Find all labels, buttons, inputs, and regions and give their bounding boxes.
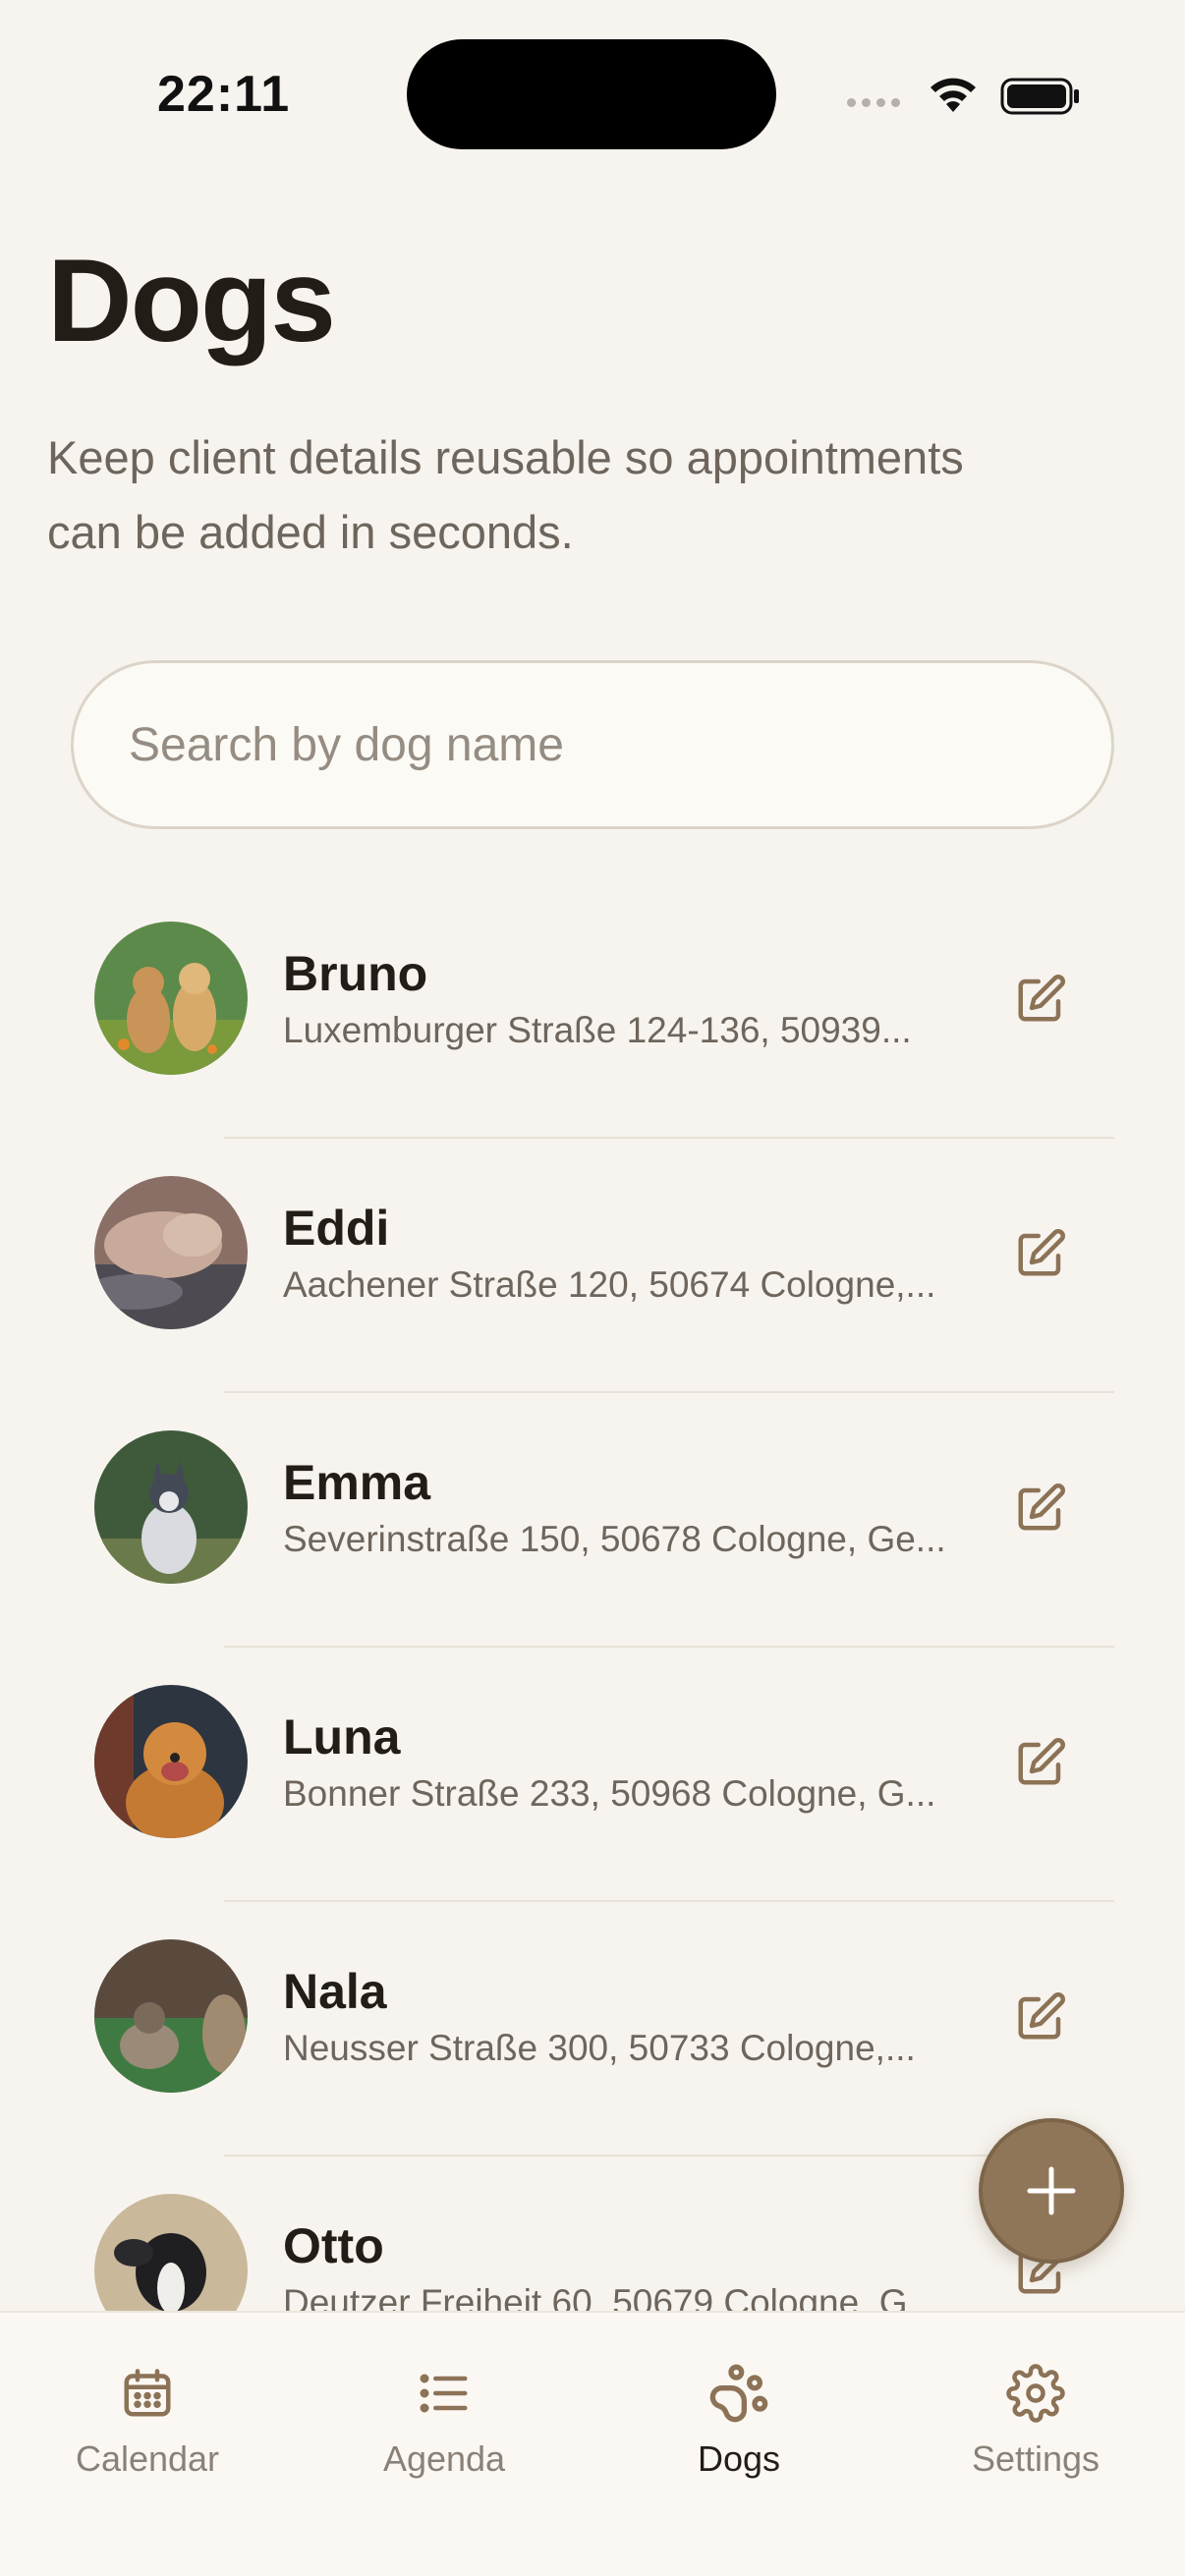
dog-row-luna[interactable]: Luna Bonner Straße 233, 50968 Cologne, G… [0,1648,1185,1902]
edit-icon [1018,1229,1065,1276]
dog-row-emma[interactable]: Emma Severinstraße 150, 50678 Cologne, G… [0,1393,1185,1648]
dog-avatar-emma [94,1430,248,1584]
dog-address: Luxemburger Straße 124-136, 50939... [283,1010,912,1050]
edit-icon [1018,1992,1065,2040]
tab-settings[interactable]: Settings [928,2362,1144,2499]
wifi-icon [931,78,976,112]
page-title: Dogs [47,235,336,366]
dog-row-bruno[interactable]: Bruno Luxemburger Straße 124-136, 50939.… [0,884,1185,1139]
dog-name: Emma [283,1455,431,1510]
edit-icon [1018,1484,1065,1531]
dog-list[interactable]: Bruno Luxemburger Straße 124-136, 50939.… [0,884,1185,2311]
battery-icon [1000,78,1079,115]
dog-row-nala[interactable]: Nala Neusser Straße 300, 50733 Cologne,.… [0,1902,1185,2156]
dynamic-island [407,39,776,149]
dog-address: Severinstraße 150, 50678 Cologne, Ge... [283,1519,946,1559]
tab-label: Agenda [382,2438,506,2479]
tab-label: Calendar [75,2438,220,2479]
edit-icon [1018,1738,1065,1785]
edit-dog-button[interactable] [1008,1985,1073,2049]
dog-avatar-otto [94,2194,248,2311]
dog-avatar-luna [94,1685,248,1838]
dog-name: Bruno [283,946,428,1001]
cellular-signal-icon [847,98,900,107]
plus-icon [1027,2166,1076,2215]
status-time: 22:11 [157,66,291,123]
tab-agenda[interactable]: Agenda [336,2362,552,2499]
edit-dog-button[interactable] [1008,1221,1073,1286]
dog-avatar-bruno [94,922,248,1075]
tab-calendar[interactable]: Calendar [39,2362,255,2499]
add-dog-button[interactable] [979,2118,1124,2264]
search-input[interactable] [74,663,1111,826]
dog-name: Eddi [283,1201,390,1256]
edit-icon [1018,975,1065,1022]
dog-address: Neusser Straße 300, 50733 Cologne,... [283,2028,916,2068]
tab-dogs[interactable]: Dogs [631,2362,847,2499]
dogs-screen: 22:11 Dogs Keep client details reusable … [0,0,1185,2576]
calendar-icon [116,2362,179,2425]
dog-row-eddi[interactable]: Eddi Aachener Straße 120, 50674 Cologne,… [0,1139,1185,1393]
dog-name: Luna [283,1709,401,1764]
tab-label: Settings [971,2438,1100,2479]
dog-address: Deutzer Freiheit 60, 50679 Cologne, G... [283,2282,938,2311]
tab-label: Dogs [697,2438,781,2479]
dog-name: Nala [283,1964,387,2019]
dog-name: Otto [283,2218,384,2273]
gear-icon [1004,2362,1067,2425]
edit-dog-button[interactable] [1008,967,1073,1032]
list-icon [413,2362,476,2425]
paw-icon [707,2362,770,2425]
dog-avatar-eddi [94,1176,248,1329]
tab-bar: Calendar Agenda Dogs Settings [0,2311,1185,2576]
edit-dog-button[interactable] [1008,1730,1073,1795]
dog-avatar-nala [94,1939,248,2093]
dog-address: Aachener Straße 120, 50674 Cologne,... [283,1264,936,1305]
search-field[interactable] [71,660,1114,829]
page-subtitle: Keep client details reusable so appointm… [47,431,964,558]
edit-dog-button[interactable] [1008,1476,1073,1540]
dog-address: Bonner Straße 233, 50968 Cologne, G... [283,1773,936,1814]
